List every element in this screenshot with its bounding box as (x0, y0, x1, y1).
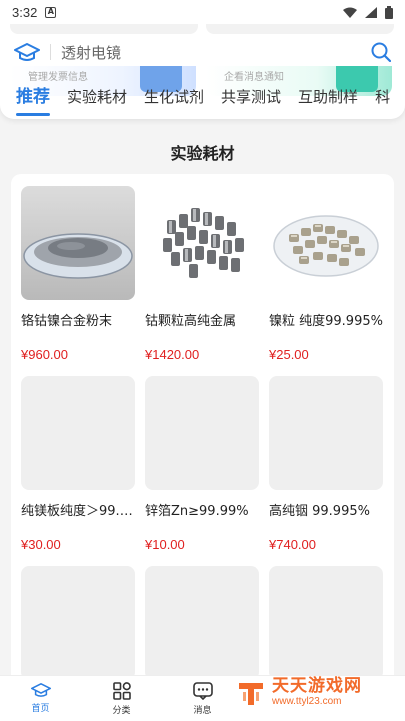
watermark-title: 天天游戏网 (272, 675, 362, 696)
status-time: 3:32 (12, 4, 38, 20)
product-name: 纯镁板纯度＞99.9% (21, 504, 135, 519)
search-bar[interactable]: 透射电镜 (0, 36, 405, 68)
product-card[interactable]: 钴颗粒高纯金属 ¥1420.00 (145, 186, 259, 376)
search-divider (50, 44, 51, 60)
watermark-url: www.ttyl23.com (272, 695, 342, 707)
product-image-placeholder (145, 566, 259, 680)
status-icons (343, 5, 393, 19)
product-name: 镍粒 纯度99.995% (269, 314, 383, 329)
product-card[interactable]: 纯镁板纯度＞99.9% ¥30.00 (21, 376, 135, 566)
product-price: ¥10.00 (145, 537, 185, 552)
nav-home[interactable]: 首页 (0, 676, 81, 721)
tab-more[interactable]: 科 (375, 82, 390, 118)
tab-recommend[interactable]: 推荐 (16, 82, 50, 118)
product-image-placeholder (269, 566, 383, 680)
product-image-placeholder (21, 376, 135, 490)
product-card[interactable]: 镍粒 纯度99.995% ¥25.00 (269, 186, 383, 376)
watermark-logo-icon (239, 683, 263, 705)
section-title: 实验耗材 (170, 144, 235, 163)
product-price: ¥25.00 (269, 347, 309, 362)
product-card[interactable]: 高纯铟 99.995% ¥740.00 (269, 376, 383, 566)
product-name: 铬钴镍合金粉末 (21, 314, 113, 329)
chat-bubble-icon (192, 682, 213, 700)
product-image-placeholder (145, 376, 259, 490)
product-price: ¥960.00 (21, 347, 68, 362)
product-name: 锌箔Zn≥99.99% (145, 504, 249, 519)
product-card[interactable]: 锌箔Zn≥99.99% ¥10.00 (145, 376, 259, 566)
search-input[interactable]: 透射电镜 (61, 42, 371, 63)
banner-invoice-text: 管理发票信息 (28, 72, 88, 83)
product-name: 钴颗粒高纯金属 (145, 314, 237, 329)
nav-messages[interactable]: 消息 (162, 676, 243, 721)
product-grid: 铬钴镍合金粉末 ¥960.00 钴颗粒高纯金属 ¥1420.00 镍粒 纯度99… (21, 186, 383, 694)
watermark: 天天游戏网 www.ttyl23.com (236, 677, 362, 707)
product-name: 高纯铟 99.995% (269, 504, 370, 519)
banner-peek-top-left (10, 24, 198, 34)
tab-shared-testing[interactable]: 共享测试 (221, 82, 281, 118)
banner-peek-top-right (206, 24, 394, 34)
status-bar: 3:32 A (0, 0, 405, 24)
wifi-icon (343, 7, 357, 18)
product-image-nickel (269, 186, 383, 300)
product-image-pellets (145, 186, 259, 300)
search-icon[interactable] (371, 42, 391, 62)
product-panel: 铬钴镍合金粉末 ¥960.00 钴颗粒高纯金属 ¥1420.00 镍粒 纯度99… (11, 174, 394, 694)
header-card: 管理发票信息 企看消息通知 透射电镜 推荐 实验耗材 生化试剂 共享测试 互助制… (0, 24, 405, 119)
product-card[interactable]: 铬钴镍合金粉末 ¥960.00 (21, 186, 135, 376)
notification-icon: A (45, 6, 57, 18)
tab-biochem-reagents[interactable]: 生化试剂 (144, 82, 204, 118)
product-price: ¥1420.00 (145, 347, 200, 362)
product-image-placeholder (21, 566, 135, 680)
nav-category[interactable]: 分类 (81, 676, 162, 721)
graduation-cap-icon (30, 683, 51, 697)
category-tabs: 推荐 实验耗材 生化试剂 共享测试 互助制样 科 (0, 82, 405, 118)
tab-sample-prep[interactable]: 互助制样 (298, 82, 358, 118)
nav-messages-label: 消息 (193, 706, 212, 716)
signal-icon (365, 6, 377, 18)
banner-notice-text: 企看消息通知 (224, 72, 284, 83)
tab-lab-consumables[interactable]: 实验耗材 (67, 82, 127, 118)
product-image-placeholder (269, 376, 383, 490)
product-price: ¥740.00 (269, 537, 316, 552)
product-price: ¥30.00 (21, 537, 61, 552)
grid-icon (112, 682, 131, 700)
graduation-cap-logo-icon (14, 43, 40, 61)
battery-icon (385, 5, 393, 19)
nav-category-label: 分类 (112, 706, 131, 716)
product-image-powder (21, 186, 135, 300)
nav-home-label: 首页 (31, 704, 50, 714)
